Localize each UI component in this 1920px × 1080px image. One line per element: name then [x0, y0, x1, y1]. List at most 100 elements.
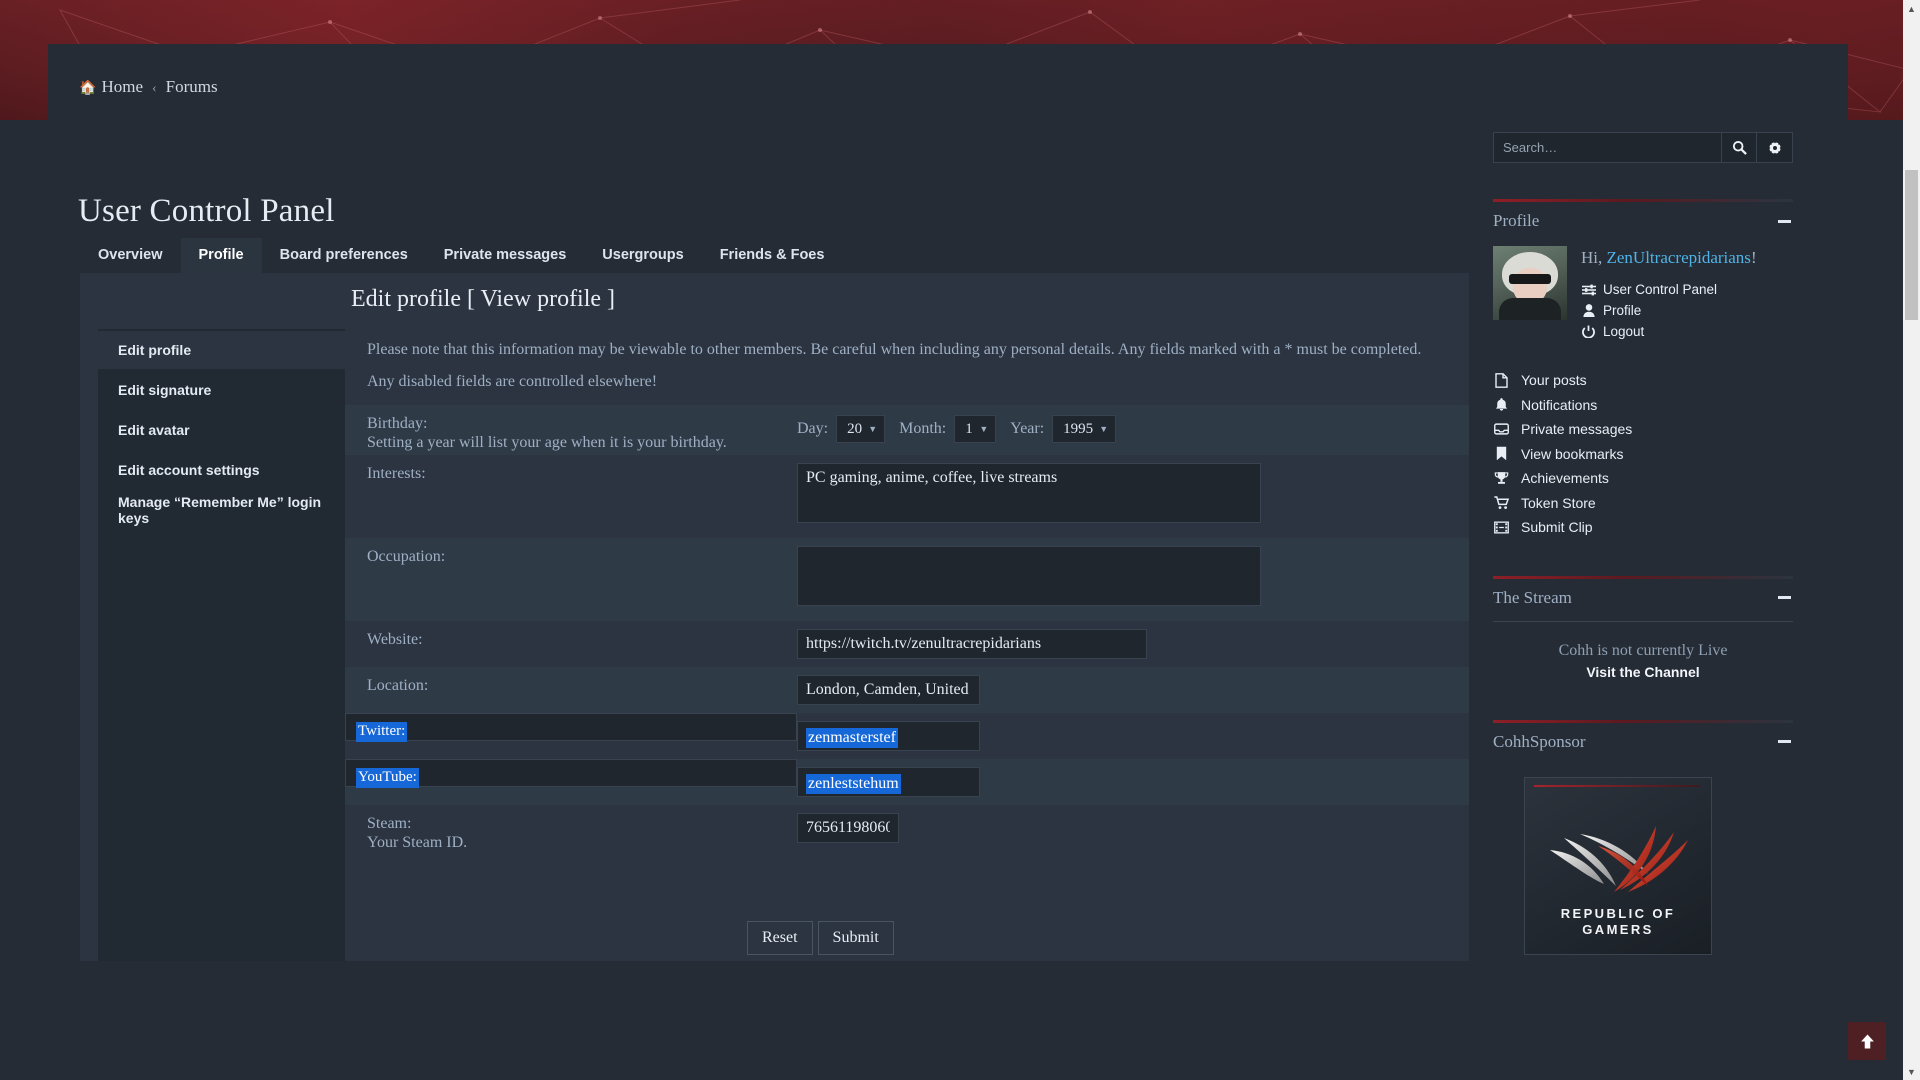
- menu-item-edit-profile[interactable]: Edit profile: [98, 331, 345, 369]
- tab-board-preferences[interactable]: Board preferences: [262, 238, 426, 274]
- sidebar-item-private-messages[interactable]: Private messages: [1493, 417, 1793, 442]
- breadcrumb-forums[interactable]: Forums: [166, 77, 218, 96]
- tab-private-messages[interactable]: Private messages: [426, 238, 585, 274]
- location-input[interactable]: [797, 675, 980, 705]
- chevron-down-icon: ▼: [979, 424, 988, 434]
- twitter-input[interactable]: [797, 721, 980, 751]
- profile-card: Hi, ZenUltracrepidarians! User Control P…: [1493, 240, 1793, 342]
- tab-overview[interactable]: Overview: [80, 238, 181, 274]
- username-link[interactable]: ZenUltracrepidarians: [1607, 248, 1751, 267]
- location-label: Location:: [345, 667, 797, 696]
- tab-friends-foes[interactable]: Friends & Foes: [702, 238, 843, 274]
- sidebar-item-achievements[interactable]: Achievements: [1493, 466, 1793, 491]
- sidebar-item-your-posts[interactable]: Your posts: [1493, 368, 1793, 393]
- sidebar-item-private-messages-label: Private messages: [1521, 421, 1632, 437]
- tab-profile[interactable]: Profile: [181, 238, 262, 274]
- twitter-control: zenmasterstef: [797, 713, 980, 751]
- sidebar-item-token-store[interactable]: Token Store: [1493, 491, 1793, 516]
- day-select[interactable]: 20 ▼: [836, 415, 885, 443]
- scrollbar-up-arrow[interactable]: ▲: [1903, 0, 1920, 17]
- location-control: [797, 667, 980, 705]
- page-scrollbar[interactable]: ▲ ▼: [1903, 0, 1920, 1080]
- link-profile[interactable]: Profile: [1581, 300, 1757, 321]
- user-icon: [1581, 304, 1596, 317]
- breadcrumb-home[interactable]: Home: [101, 77, 143, 96]
- sponsor-banner[interactable]: REPUBLIC OF GAMERS: [1524, 777, 1712, 955]
- sponsor-block-title: CohhSponsor: [1493, 732, 1586, 752]
- sponsor-banner-text: REPUBLIC OF GAMERS: [1525, 906, 1711, 938]
- home-icon: 🏠: [79, 81, 96, 96]
- menu-item-edit-avatar[interactable]: Edit avatar: [98, 411, 345, 449]
- interests-textarea[interactable]: [797, 463, 1261, 523]
- link-user-control-panel[interactable]: User Control Panel: [1581, 279, 1757, 300]
- field-row-interests: Interests:: [345, 455, 1469, 538]
- steam-input[interactable]: [797, 813, 899, 843]
- search-icon[interactable]: [1721, 132, 1757, 163]
- sidebar-menu: Your posts Notifications Private message…: [1493, 368, 1793, 540]
- greeting-suffix: !: [1751, 248, 1757, 267]
- tab-bar: Overview Profile Board preferences Priva…: [80, 236, 842, 273]
- form-actions: Reset Submit: [345, 921, 1469, 955]
- file-icon: [1493, 373, 1510, 388]
- birthday-label: Birthday: Setting a year will list your …: [345, 405, 797, 453]
- field-row-occupation: Occupation:: [345, 538, 1469, 621]
- website-control: [797, 621, 1147, 659]
- visit-channel-link[interactable]: Visit the Channel: [1493, 664, 1793, 680]
- year-select[interactable]: 1995 ▼: [1052, 415, 1116, 443]
- link-logout[interactable]: Logout: [1581, 321, 1757, 342]
- scrollbar-down-arrow[interactable]: ▼: [1903, 1063, 1920, 1080]
- tab-usergroups[interactable]: Usergroups: [584, 238, 701, 274]
- link-user-control-panel-label: User Control Panel: [1603, 279, 1717, 300]
- ucp-panel: Edit profile [ View profile ] Edit profi…: [80, 273, 1469, 961]
- gear-icon[interactable]: [1757, 132, 1793, 163]
- sponsor-top-accent: [1534, 785, 1700, 787]
- profile-block-title: Profile: [1493, 211, 1539, 231]
- power-icon: [1581, 325, 1596, 338]
- year-label: Year:: [1010, 420, 1044, 438]
- minus-icon[interactable]: [1778, 740, 1791, 743]
- website-input[interactable]: [797, 629, 1147, 659]
- stream-status: Cohh is not currently Live Visit the Cha…: [1493, 622, 1793, 680]
- sliders-icon: [1581, 284, 1596, 296]
- stream-block-title: The Stream: [1493, 588, 1572, 608]
- menu-item-edit-signature[interactable]: Edit signature: [98, 371, 345, 409]
- minus-icon[interactable]: [1778, 596, 1791, 599]
- field-row-youtube: YouTube: zenleststehum: [345, 759, 1469, 805]
- field-row-website: Website:: [345, 621, 1469, 667]
- stream-block-header: The Stream: [1493, 579, 1793, 617]
- view-profile-link[interactable]: [ View profile ]: [467, 286, 615, 312]
- avatar-blindfold: [1509, 274, 1551, 284]
- steam-hint: Your Steam ID.: [367, 834, 797, 853]
- sidebar-item-achievements-label: Achievements: [1521, 470, 1609, 486]
- search-input[interactable]: [1493, 132, 1721, 163]
- website-label: Website:: [345, 621, 797, 650]
- youtube-input[interactable]: [797, 767, 980, 797]
- profile-info: Hi, ZenUltracrepidarians! User Control P…: [1581, 246, 1757, 342]
- sidebar-item-view-bookmarks-label: View bookmarks: [1521, 446, 1623, 462]
- menu-item-manage-remember-me-keys[interactable]: Manage “Remember Me” login keys: [98, 491, 345, 529]
- bookmark-icon: [1493, 446, 1510, 461]
- occupation-control: [797, 538, 1261, 611]
- sponsor-banner-line2: GAMERS: [1525, 922, 1711, 938]
- month-label: Month:: [899, 420, 946, 438]
- sidebar-item-notifications-label: Notifications: [1521, 397, 1597, 413]
- sidebar-item-submit-clip-label: Submit Clip: [1521, 519, 1593, 535]
- scrollbar-thumb[interactable]: [1905, 170, 1918, 320]
- sidebar-item-notifications[interactable]: Notifications: [1493, 393, 1793, 418]
- trophy-icon: [1493, 471, 1510, 485]
- field-row-steam: Steam: Your Steam ID.: [345, 805, 1469, 857]
- sidebar-item-view-bookmarks[interactable]: View bookmarks: [1493, 442, 1793, 467]
- privacy-note: Please note that this information may be…: [345, 341, 1443, 359]
- field-row-twitter: Twitter: zenmasterstef: [345, 713, 1469, 759]
- sidebar-item-submit-clip[interactable]: Submit Clip: [1493, 515, 1793, 540]
- reset-button[interactable]: Reset: [747, 921, 813, 955]
- edit-profile-heading: Edit profile [ View profile ]: [351, 286, 615, 313]
- occupation-textarea[interactable]: [797, 546, 1261, 606]
- month-select[interactable]: 1 ▼: [954, 415, 996, 443]
- submit-button[interactable]: Submit: [818, 921, 894, 955]
- scroll-to-top-button[interactable]: [1848, 1022, 1886, 1060]
- sidebar-item-your-posts-label: Your posts: [1521, 372, 1587, 388]
- minus-icon[interactable]: [1778, 220, 1791, 223]
- avatar[interactable]: [1493, 246, 1567, 320]
- menu-item-edit-account-settings[interactable]: Edit account settings: [98, 451, 345, 489]
